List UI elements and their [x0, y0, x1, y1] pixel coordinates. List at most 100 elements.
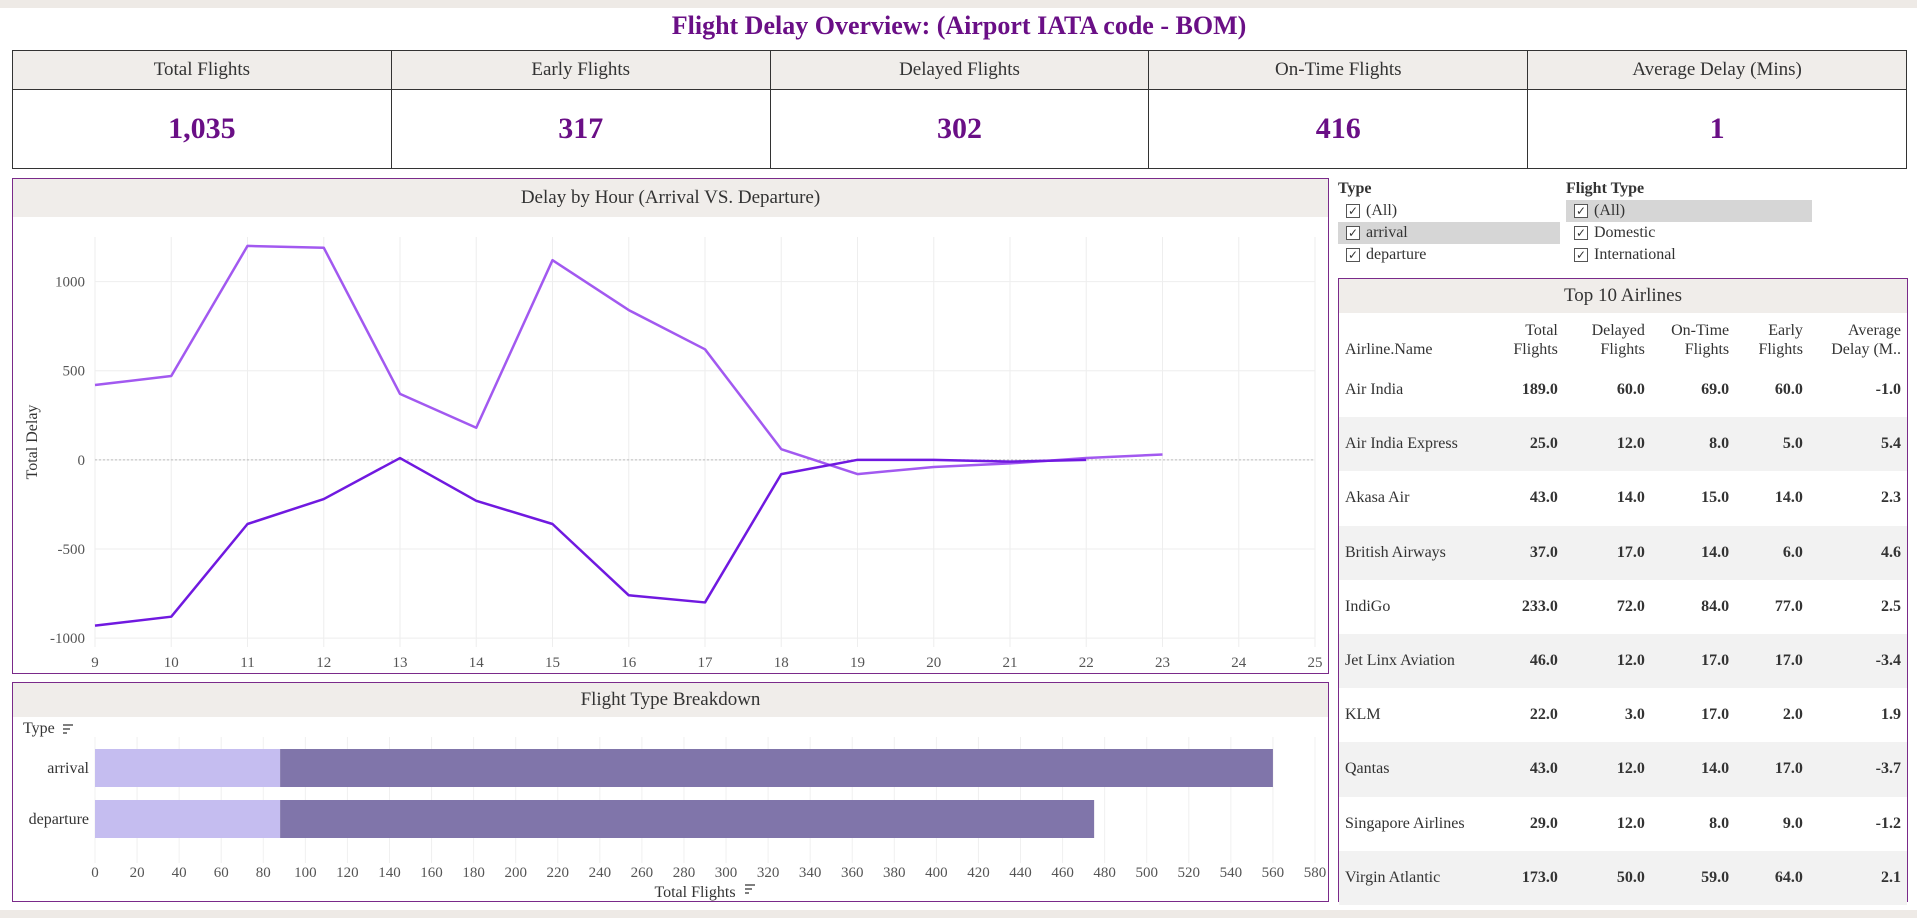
- checkbox-icon[interactable]: ✓: [1346, 204, 1360, 218]
- top-strip: [0, 0, 1917, 8]
- flight-type-filter: Flight Type ✓ (All) ✓ Domestic ✓ Internationa…: [1566, 178, 1812, 270]
- checkbox-icon[interactable]: ✓: [1574, 204, 1588, 218]
- x-tick-label: 18: [774, 655, 789, 671]
- sort-icon[interactable]: [63, 724, 73, 734]
- x-tick-label: 480: [1093, 865, 1116, 881]
- airline-name-cell: Air India: [1345, 381, 1404, 399]
- flight-type-filter-option-label: International: [1594, 246, 1676, 263]
- table-row[interactable]: Akasa Air 43.0 14.0 15.0 14.0 2.3: [1339, 471, 1907, 525]
- metric-cell: 5.4: [1808, 417, 1907, 472]
- metric-cell: 6.0: [1735, 525, 1809, 580]
- bar-segment[interactable]: [95, 800, 281, 838]
- bar-segment[interactable]: [95, 749, 281, 787]
- kpi-value: 302: [936, 112, 982, 145]
- x-tick-label: 280: [673, 865, 696, 881]
- bar-segment[interactable]: [280, 800, 1095, 838]
- metric-cell: 3.0: [1624, 706, 1645, 724]
- x-tick-label: 520: [1178, 865, 1201, 881]
- delay-by-hour-panel: Delay by Hour (Arrival VS. Departure) 9 1…: [12, 178, 1329, 696]
- table-row[interactable]: KLM 22.0 3.0 17.0 2.0 1.9: [1339, 688, 1907, 742]
- bar-chart-title: Flight Type Breakdown: [13, 683, 1328, 717]
- column-header[interactable]: Airline.Name: [1339, 313, 1491, 363]
- table-row[interactable]: IndiGo 233.0 72.0 84.0 77.0 2.5: [1339, 580, 1907, 634]
- airline-name-cell: Singapore Airlines: [1345, 814, 1465, 832]
- x-tick-label: 580: [1304, 865, 1327, 881]
- x-tick-label: 180: [462, 865, 485, 881]
- table-row[interactable]: British Airways 37.0 17.0 14.0 6.0 4.6: [1339, 525, 1907, 580]
- metric-cell: 17.0: [1563, 525, 1651, 580]
- metric-cell: 17.0: [1735, 633, 1809, 689]
- flight-type-filter-option[interactable]: ✓ Domestic: [1566, 222, 1812, 244]
- x-tick-label: 21: [1003, 655, 1018, 671]
- x-tick-label: 20: [926, 655, 941, 671]
- flight-type-filter-option[interactable]: ✓ (All): [1566, 200, 1812, 222]
- bar-segment[interactable]: [280, 749, 1273, 787]
- type-filter-option[interactable]: ✓ (All): [1338, 200, 1560, 222]
- checkbox-icon[interactable]: ✓: [1346, 248, 1360, 262]
- flight-type-breakdown-panel: Flight Type Breakdown Type arrival departu…: [12, 682, 1329, 902]
- y-tick-label: 0: [78, 453, 86, 469]
- category-label: arrival: [47, 760, 89, 777]
- table-row[interactable]: Air India 189.0 60.0 69.0 60.0 -1.0: [1339, 363, 1907, 417]
- type-filter-option[interactable]: ✓ departure: [1338, 244, 1560, 266]
- metric-cell: 60.0: [1616, 381, 1645, 399]
- table-row[interactable]: Qantas 43.0 12.0 14.0 17.0 -3.7: [1339, 742, 1907, 797]
- kpi-label: Delayed Flights: [770, 51, 1149, 90]
- sort-icon[interactable]: [745, 884, 755, 894]
- column-header[interactable]: Early Flights: [1735, 313, 1809, 363]
- column-header[interactable]: Delayed Flights: [1564, 313, 1651, 363]
- table-row[interactable]: Singapore Airlines 29.0 12.0 8.0 9.0 -1.2: [1339, 797, 1907, 851]
- table-row[interactable]: Jet Linx Aviation 46.0 12.0 17.0 17.0 -3.4: [1339, 633, 1907, 689]
- metric-cell: 2.1: [1808, 850, 1907, 905]
- column-header[interactable]: Total Flights: [1491, 313, 1564, 363]
- x-tick-label: 10: [164, 655, 179, 671]
- kpi-label: Total Flights: [13, 51, 391, 90]
- metric-cell: 69.0: [1701, 381, 1730, 399]
- kpi-card: Early Flights 317: [391, 51, 771, 168]
- metric-cell: 2.3: [1881, 489, 1901, 507]
- metric-cell: 14.0: [1616, 489, 1645, 507]
- airline-name-cell: IndiGo: [1345, 597, 1391, 615]
- delay-line-chart[interactable]: 9 10 11 12 13 14 15 16 17 18 19 20 21 22 23 24 25 1000 500…: [13, 217, 1328, 696]
- airlines-title: Top 10 Airlines: [1339, 279, 1907, 313]
- metric-cell: 37.0: [1491, 525, 1564, 580]
- kpi-label: Average Delay (Mins): [1528, 51, 1906, 90]
- x-tick-label: 19: [850, 655, 865, 671]
- y-tick-label: -1000: [50, 631, 85, 647]
- checkbox-icon[interactable]: ✓: [1574, 248, 1588, 262]
- column-header[interactable]: On-Time Flights: [1651, 313, 1735, 363]
- x-tick-label: 20: [130, 865, 145, 881]
- x-tick-label: 360: [841, 865, 864, 881]
- x-tick-label: 340: [799, 865, 822, 881]
- checkbox-icon[interactable]: ✓: [1574, 226, 1588, 240]
- checkbox-icon[interactable]: ✓: [1346, 226, 1360, 240]
- y-tick-label: 1000: [55, 275, 85, 291]
- dashboard-title: Flight Delay Overview: (Airport IATA cod…: [671, 11, 1247, 40]
- kpi-card: Average Delay (Mins) 1: [1528, 51, 1906, 168]
- x-tick-label: 500: [1135, 865, 1158, 881]
- metric-cell: 43.0: [1529, 489, 1558, 507]
- airline-name-cell: Qantas: [1339, 742, 1491, 797]
- flight-type-filter-option[interactable]: ✓ International: [1566, 244, 1812, 266]
- type-filter-option[interactable]: ✓ arrival: [1338, 222, 1560, 244]
- flight-type-bar-chart[interactable]: Type arrival departure 0 20 40 60 80 100 120 140 16…: [13, 717, 1328, 901]
- table-row[interactable]: Air India Express 25.0 12.0 8.0 5.0 5.4: [1339, 417, 1907, 472]
- kpi-label: Early Flights: [391, 51, 770, 90]
- y-tick-label: -500: [58, 542, 86, 558]
- x-tick-label: 11: [240, 655, 254, 671]
- x-tick-label: 17: [698, 655, 714, 671]
- column-header[interactable]: Average Delay (M..: [1809, 313, 1907, 363]
- series-line-1[interactable]: [94, 456, 1087, 627]
- flight-type-filter-option-label: Domestic: [1594, 224, 1656, 241]
- table-row[interactable]: Virgin Atlantic 173.0 50.0 59.0 64.0 2.1: [1339, 850, 1907, 905]
- x-tick-label: 13: [393, 655, 408, 671]
- metric-cell: 29.0: [1529, 814, 1558, 832]
- x-tick-label: 260: [631, 865, 654, 881]
- metric-cell: 60.0: [1774, 381, 1803, 399]
- metric-cell: 173.0: [1491, 850, 1564, 905]
- x-tick-label: 240: [589, 865, 612, 881]
- metric-cell: 72.0: [1616, 597, 1645, 615]
- type-filter: Type ✓ (All) ✓ arrival ✓ departure: [1338, 178, 1560, 270]
- x-tick-label: 14: [469, 655, 485, 671]
- metric-cell: 2.5: [1881, 597, 1901, 615]
